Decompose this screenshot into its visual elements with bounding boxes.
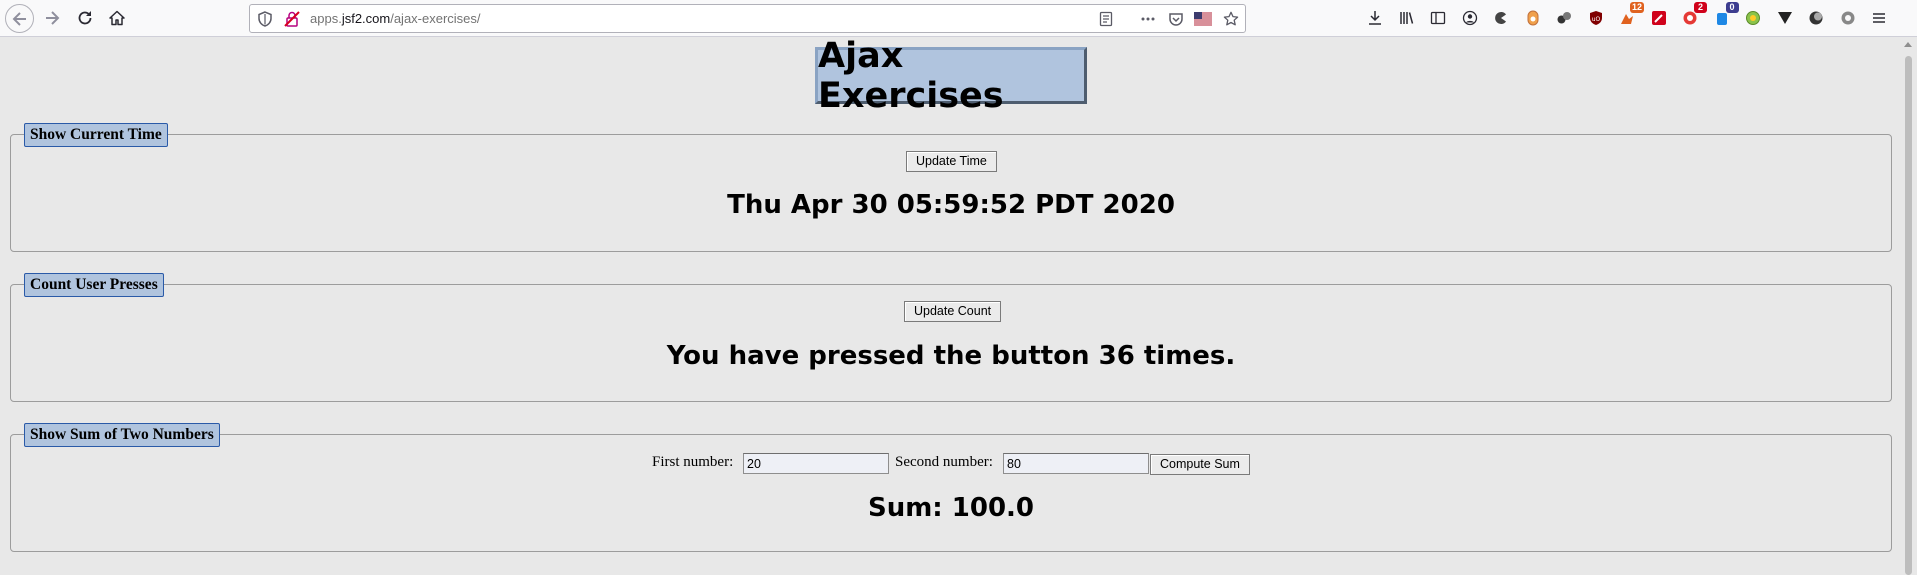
count-section-legend: Count User Presses bbox=[24, 273, 164, 297]
svg-text:uO: uO bbox=[1591, 16, 1600, 23]
update-count-button[interactable]: Update Count bbox=[904, 301, 1002, 322]
badge-count: 2 bbox=[1694, 2, 1707, 13]
extension-badge-12-icon[interactable]: 12 bbox=[1618, 2, 1644, 27]
ublock-origin-icon[interactable]: uO bbox=[1587, 9, 1605, 27]
forward-button[interactable] bbox=[38, 4, 66, 32]
pocket-icon[interactable] bbox=[1168, 11, 1184, 27]
badge-count: 0 bbox=[1725, 2, 1739, 13]
power-extension-icon[interactable] bbox=[1839, 9, 1857, 27]
second-number-input[interactable] bbox=[1003, 453, 1149, 474]
first-number-input[interactable] bbox=[743, 453, 889, 474]
scroll-up-arrow-icon[interactable] bbox=[1904, 42, 1912, 47]
library-icon[interactable] bbox=[1398, 9, 1416, 27]
pen-extension-icon[interactable] bbox=[1650, 9, 1668, 27]
count-result: You have pressed the button 36 times. bbox=[666, 341, 1236, 371]
extension-badge-0-icon[interactable]: 0 bbox=[1713, 2, 1739, 27]
url-bar[interactable]: apps.jsf2.com/ajax-exercises/ bbox=[249, 4, 1246, 33]
update-time-button[interactable]: Update Time bbox=[906, 151, 997, 172]
url-text[interactable]: apps.jsf2.com/ajax-exercises/ bbox=[310, 11, 481, 26]
balls-extension-icon[interactable] bbox=[1555, 9, 1573, 27]
funnel-extension-icon[interactable] bbox=[1776, 9, 1794, 27]
time-section: Show Current Time Update Time Thu Apr 30… bbox=[10, 123, 1892, 252]
bookmark-star-icon[interactable] bbox=[1223, 11, 1239, 27]
shield-icon[interactable] bbox=[257, 11, 273, 27]
scroll-thumb[interactable] bbox=[1905, 56, 1912, 575]
back-button[interactable] bbox=[5, 4, 34, 33]
us-flag-icon[interactable] bbox=[1194, 11, 1212, 27]
compute-sum-button[interactable]: Compute Sum bbox=[1150, 454, 1250, 475]
home-button[interactable] bbox=[103, 4, 131, 32]
vertical-scrollbar[interactable] bbox=[1900, 38, 1917, 575]
toolbar-extensions: uO 12 2 0 bbox=[1366, 2, 1902, 32]
page-content: Ajax Exercises Show Current Time Update … bbox=[0, 36, 1900, 575]
arrow-right-icon bbox=[46, 11, 60, 25]
insecure-lock-icon[interactable] bbox=[284, 11, 300, 27]
url-path: /ajax-exercises/ bbox=[390, 11, 481, 26]
reload-icon bbox=[78, 11, 92, 25]
dark-mode-extension-icon[interactable] bbox=[1807, 9, 1825, 27]
extension-badge-2-icon[interactable]: 2 bbox=[1681, 2, 1707, 27]
sum-section: Show Sum of Two Numbers First number: Se… bbox=[10, 423, 1892, 552]
browser-toolbar: apps.jsf2.com/ajax-exercises/ uO 12 2 0 bbox=[0, 0, 1917, 37]
url-prefix: apps. bbox=[310, 11, 342, 26]
pacman-extension-icon[interactable] bbox=[1492, 9, 1510, 27]
reader-view-icon[interactable] bbox=[1098, 11, 1114, 27]
second-number-label: Second number: bbox=[895, 454, 993, 470]
url-host: jsf2.com bbox=[341, 11, 391, 26]
badge-count: 12 bbox=[1629, 2, 1644, 13]
downloads-icon[interactable] bbox=[1366, 9, 1384, 27]
home-icon bbox=[109, 10, 125, 26]
count-section: Count User Presses Update Count You have… bbox=[10, 273, 1892, 402]
first-number-label: First number: bbox=[652, 454, 734, 470]
sum-section-legend: Show Sum of Two Numbers bbox=[24, 423, 220, 447]
sum-result: Sum: 100.0 bbox=[867, 493, 1035, 523]
menu-icon[interactable] bbox=[1870, 9, 1888, 27]
reload-button[interactable] bbox=[71, 4, 99, 32]
globe-extension-icon[interactable] bbox=[1744, 9, 1762, 27]
sidebar-icon[interactable] bbox=[1429, 9, 1447, 27]
arrow-left-icon bbox=[12, 11, 26, 26]
time-section-legend: Show Current Time bbox=[24, 123, 168, 147]
firefox-extension-icon[interactable] bbox=[1524, 9, 1542, 27]
account-icon[interactable] bbox=[1461, 9, 1479, 27]
page-actions-icon[interactable] bbox=[1140, 11, 1156, 27]
page-title: Ajax Exercises bbox=[815, 36, 1087, 116]
current-time-result: Thu Apr 30 05:59:52 PDT 2020 bbox=[727, 190, 1175, 220]
